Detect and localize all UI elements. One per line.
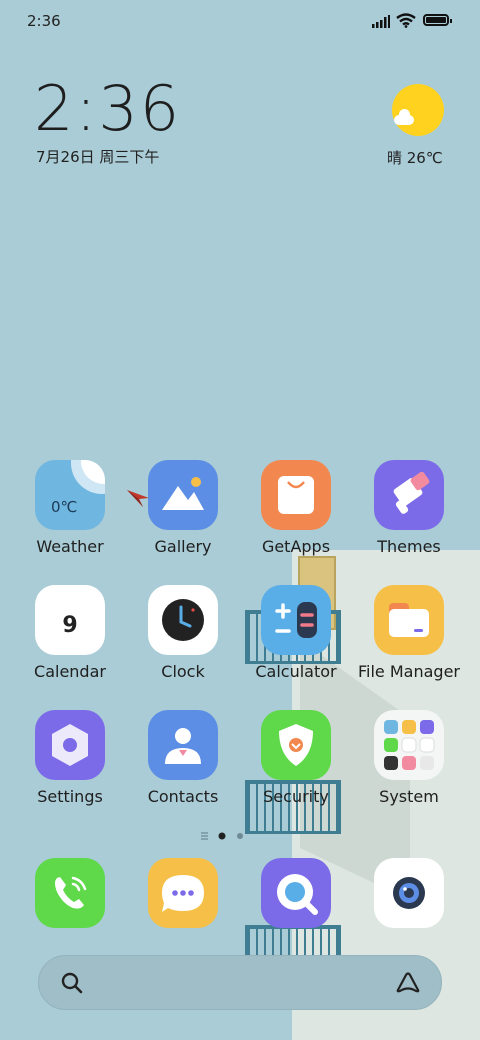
signal-icon xyxy=(372,15,390,28)
app-calculator[interactable]: Calculator xyxy=(240,585,352,681)
app-label: File Manager xyxy=(358,662,460,681)
app-label: Calculator xyxy=(255,662,337,681)
app-gallery[interactable]: Gallery xyxy=(127,460,239,556)
weather-icon: 0℃ xyxy=(35,460,105,530)
folder-grid-icon xyxy=(374,710,444,780)
settings-icon xyxy=(35,710,105,780)
status-bar: 2:36 xyxy=(0,0,480,44)
calendar-icon: 9 xyxy=(35,585,105,655)
widget-clock[interactable]: 2:36 xyxy=(34,72,181,145)
app-clock[interactable]: Clock xyxy=(127,585,239,681)
contacts-icon xyxy=(148,710,218,780)
app-label: System xyxy=(379,787,439,806)
app-themes[interactable]: Themes xyxy=(353,460,465,556)
app-weather[interactable]: 0℃ Weather xyxy=(14,460,126,556)
message-icon xyxy=(148,858,218,928)
app-security[interactable]: Security xyxy=(240,710,352,806)
brush-icon xyxy=(374,460,444,530)
dock-camera[interactable] xyxy=(353,858,465,928)
battery-icon xyxy=(423,14,452,26)
app-label: Clock xyxy=(161,662,205,681)
search-bar[interactable] xyxy=(38,955,442,1010)
shield-icon xyxy=(261,710,331,780)
app-label: Contacts xyxy=(147,787,219,806)
app-label: Calendar xyxy=(34,662,106,681)
app-contacts[interactable]: Contacts xyxy=(127,710,239,806)
app-label: Themes xyxy=(377,537,441,556)
calculator-icon xyxy=(261,585,331,655)
weather-temp: 0℃ xyxy=(51,498,78,516)
calendar-day: 9 xyxy=(62,613,78,638)
app-label: Security xyxy=(263,787,329,806)
dock-phone[interactable] xyxy=(14,858,126,928)
cloud-icon xyxy=(394,109,414,125)
dock-browser[interactable] xyxy=(240,858,352,928)
app-calendar[interactable]: 9 Calendar xyxy=(14,585,126,681)
app-system-folder[interactable]: System xyxy=(353,710,465,806)
search-icon[interactable] xyxy=(61,972,83,994)
phone-icon xyxy=(35,858,105,928)
status-time: 2:36 xyxy=(27,12,61,30)
camera-icon xyxy=(374,858,444,928)
app-label: Gallery xyxy=(154,537,212,556)
app-getapps[interactable]: GetApps xyxy=(240,460,352,556)
clock-icon xyxy=(148,585,218,655)
shopping-bag-icon xyxy=(261,460,331,530)
gallery-icon xyxy=(148,460,218,530)
wifi-icon xyxy=(396,13,416,28)
dock-messaging[interactable] xyxy=(127,858,239,928)
widget-weather: 晴 26℃ xyxy=(387,149,443,167)
app-label: GetApps xyxy=(261,537,331,556)
widget-date: 7月26日 周三下午 xyxy=(36,148,160,166)
browser-icon xyxy=(261,858,331,928)
folder-icon xyxy=(374,585,444,655)
page-indicator[interactable] xyxy=(200,828,280,842)
app-label: Settings xyxy=(37,787,103,806)
app-label: Weather xyxy=(36,537,104,556)
app-file-manager[interactable]: File Manager xyxy=(353,585,465,681)
app-settings[interactable]: Settings xyxy=(14,710,126,806)
assistant-icon[interactable] xyxy=(395,970,421,994)
